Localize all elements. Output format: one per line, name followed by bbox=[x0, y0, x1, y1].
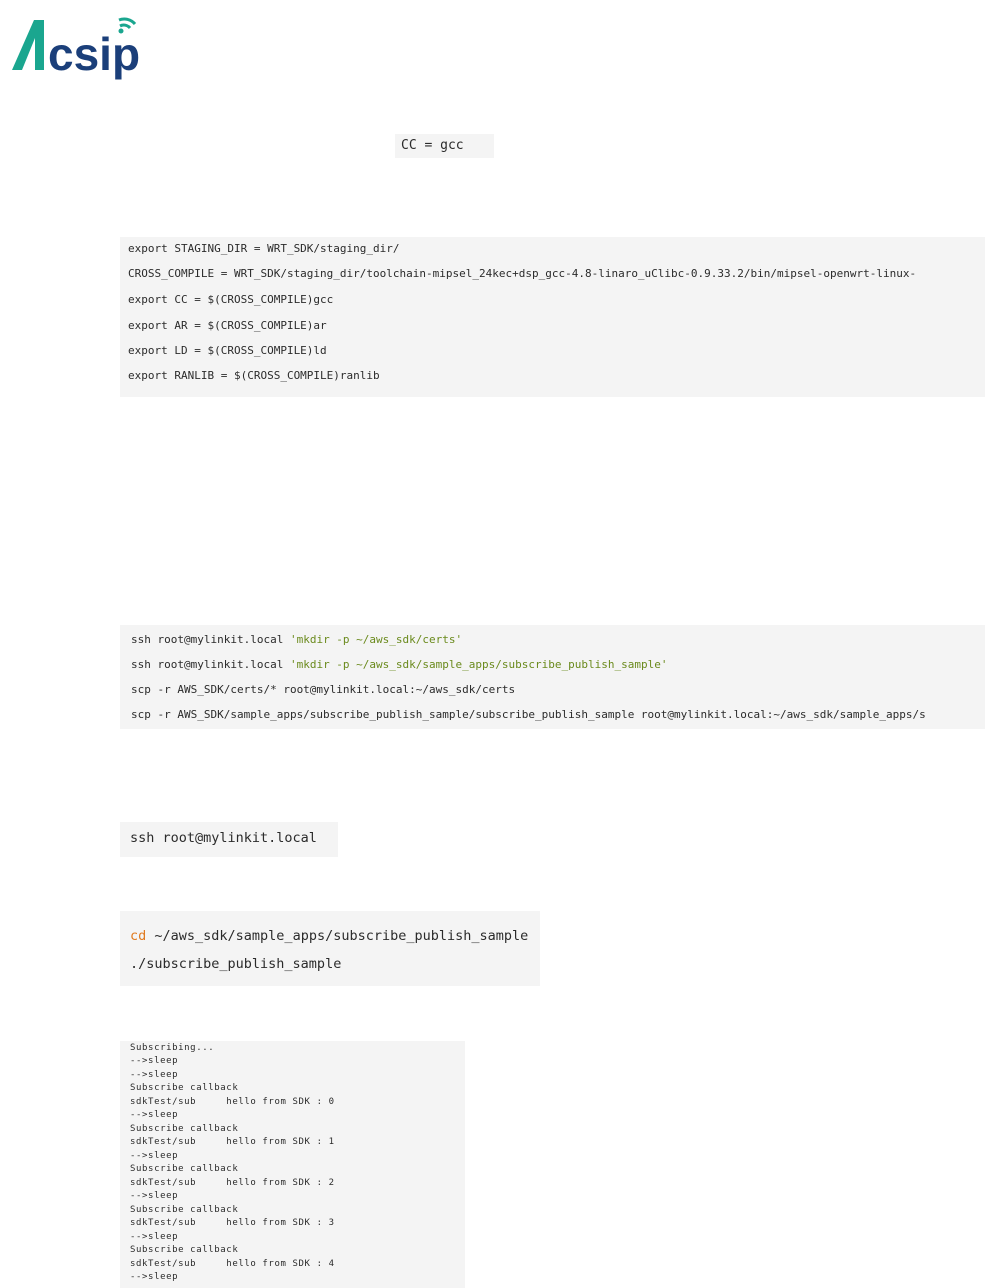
code-line: ./subscribe_publish_sample bbox=[130, 956, 342, 972]
output-line: Subscribing... bbox=[130, 1043, 215, 1053]
logo-text: csip bbox=[48, 28, 140, 80]
code-string: 'mkdir -p ~/aws_sdk/certs' bbox=[289, 633, 463, 646]
code-command: ssh root@mylinkit.local bbox=[131, 658, 290, 671]
output-line: Subscribe callback bbox=[130, 1083, 239, 1093]
acsip-logo: csip bbox=[8, 12, 158, 84]
output-line: -->sleep bbox=[130, 1151, 179, 1161]
code-line: ssh root@mylinkit.local bbox=[130, 830, 317, 846]
output-line: sdkTest/sub hello from SDK : 4 bbox=[130, 1259, 335, 1269]
output-line: Subscribe callback bbox=[130, 1124, 239, 1134]
output-line: sdkTest/sub hello from SDK : 2 bbox=[130, 1178, 335, 1188]
code-line: ssh root@mylinkit.local 'mkdir -p ~/aws_… bbox=[131, 658, 667, 671]
code-block-run: cd ~/aws_sdk/sample_apps/subscribe_publi… bbox=[120, 911, 540, 986]
code-line: export STAGING_DIR = WRT_SDK/staging_dir… bbox=[128, 242, 400, 255]
code-string: 'mkdir -p ~/aws_sdk/sample_apps/subscrib… bbox=[289, 658, 668, 671]
output-line: Subscribe callback bbox=[130, 1164, 239, 1174]
code-line: scp -r AWS_SDK/sample_apps/subscribe_pub… bbox=[131, 708, 926, 721]
output-line: sdkTest/sub hello from SDK : 1 bbox=[130, 1137, 335, 1147]
output-line: sdkTest/sub hello from SDK : 3 bbox=[130, 1218, 335, 1228]
code-line: scp -r AWS_SDK/certs/* root@mylinkit.loc… bbox=[131, 683, 516, 696]
code-line: cd ~/aws_sdk/sample_apps/subscribe_publi… bbox=[130, 928, 528, 944]
code-block-cc: CC = gcc bbox=[395, 134, 494, 158]
code-line: ssh root@mylinkit.local 'mkdir -p ~/aws_… bbox=[131, 633, 462, 646]
console-output: Subscribing... -->sleep -->sleep Subscri… bbox=[120, 1041, 465, 1288]
output-line: -->sleep bbox=[130, 1232, 179, 1242]
code-block-export: export STAGING_DIR = WRT_SDK/staging_dir… bbox=[120, 237, 985, 397]
code-line: export AR = $(CROSS_COMPILE)ar bbox=[128, 319, 327, 332]
code-line: export LD = $(CROSS_COMPILE)ld bbox=[128, 344, 327, 357]
code-line: export CC = $(CROSS_COMPILE)gcc bbox=[128, 293, 334, 306]
output-line: sdkTest/sub hello from SDK : 0 bbox=[130, 1097, 335, 1107]
code-path: ~/aws_sdk/sample_apps/subscribe_publish_… bbox=[146, 928, 529, 944]
output-line: -->sleep bbox=[130, 1110, 179, 1120]
output-line: -->sleep bbox=[130, 1272, 179, 1282]
code-command: ssh root@mylinkit.local bbox=[131, 633, 290, 646]
output-line: Subscribe callback bbox=[130, 1205, 239, 1215]
code-block-copy: ssh root@mylinkit.local 'mkdir -p ~/aws_… bbox=[120, 625, 985, 729]
code-line: CC = gcc bbox=[401, 138, 464, 153]
output-line: -->sleep bbox=[130, 1056, 179, 1066]
code-block-ssh: ssh root@mylinkit.local bbox=[120, 822, 338, 857]
code-line: CROSS_COMPILE = WRT_SDK/staging_dir/tool… bbox=[128, 267, 917, 280]
code-keyword: cd bbox=[130, 928, 147, 944]
output-line: -->sleep bbox=[130, 1191, 179, 1201]
output-line: Subscribe callback bbox=[130, 1245, 239, 1255]
output-line: -->sleep bbox=[130, 1070, 179, 1080]
code-line: export RANLIB = $(CROSS_COMPILE)ranlib bbox=[128, 369, 380, 382]
